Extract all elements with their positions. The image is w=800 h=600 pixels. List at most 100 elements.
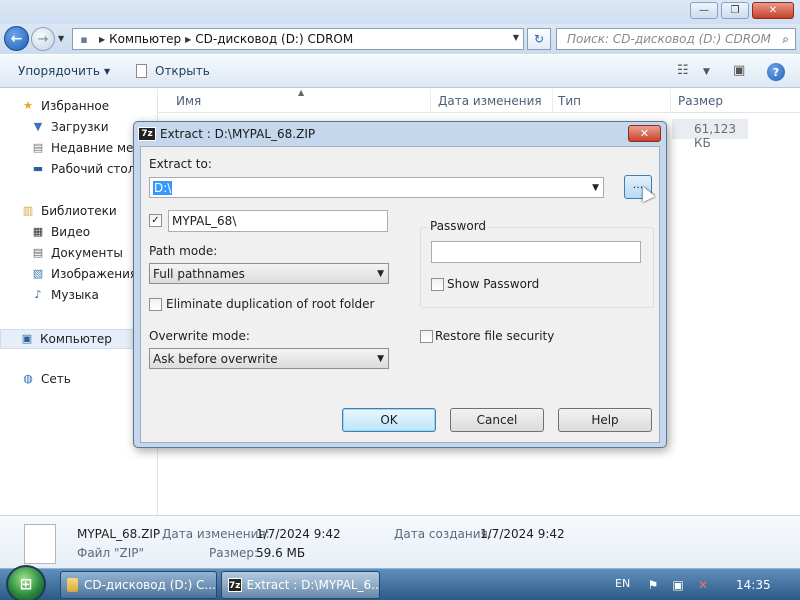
maximize-button[interactable]: ❐ (721, 2, 749, 19)
nav-network-label: Сеть (41, 372, 71, 386)
preview-pane-icon[interactable]: ▣ (733, 63, 745, 78)
search-input[interactable]: Поиск: CD-дисковод (D:) CDROM ⌕ (556, 28, 796, 50)
network-icon: ◍ (23, 372, 33, 385)
documents-icon: ▤ (32, 246, 44, 259)
eliminate-duplication-label[interactable]: Eliminate duplication of root folder (166, 297, 374, 311)
video-icon: ▦ (32, 225, 44, 238)
taskbar-7zip-label: Extract : D:\MYPAL_6... (246, 578, 380, 592)
arrow-left-icon: ← (10, 30, 23, 47)
cancel-button[interactable]: Cancel (450, 408, 544, 432)
nav-libraries-label: Библиотеки (41, 204, 117, 218)
show-password-checkbox[interactable] (431, 278, 444, 291)
password-group-label: Password (428, 219, 489, 233)
help-icon[interactable]: ? (767, 63, 785, 81)
restore-security-checkbox[interactable] (420, 330, 433, 343)
view-dropdown-icon[interactable]: ▼ (703, 67, 710, 77)
windows-logo-icon: ⊞ (19, 575, 33, 593)
file-size-cell[interactable]: 61,123 КБ (672, 119, 748, 150)
column-divider[interactable] (552, 89, 553, 113)
password-group (420, 227, 654, 308)
subfolder-input[interactable]: MYPAL_68\ (168, 210, 388, 232)
taskbar-7zip-button[interactable]: 7z Extract : D:\MYPAL_6... (221, 571, 380, 599)
address-bar[interactable]: ▪ ▶ Компьютер ▶ CD-дисковод (D:) CDROM ▼ (72, 28, 524, 50)
breadcrumb-cdrom[interactable]: CD-дисковод (D:) CDROM (195, 32, 353, 46)
breadcrumb-computer[interactable]: Компьютер (109, 32, 181, 46)
address-row: ← → ▼ ▪ ▶ Компьютер ▶ CD-дисковод (D:) C… (0, 24, 800, 54)
details-modified-value: 1/7/2024 9:42 (256, 527, 341, 541)
taskbar-explorer-button[interactable]: CD-дисковод (D:) C... (60, 571, 217, 599)
subfolder-checkbox[interactable]: ✓ (149, 214, 162, 227)
minimize-button[interactable]: — (690, 2, 718, 19)
column-size[interactable]: Размер (678, 94, 723, 108)
dialog-title: Extract : D:\MYPAL_68.ZIP (160, 127, 316, 141)
restore-security-label[interactable]: Restore file security (435, 329, 554, 343)
path-mode-select[interactable]: Full pathnames ▼ (149, 263, 389, 284)
music-icon: ♪ (34, 288, 42, 301)
overwrite-mode-select[interactable]: Ask before overwrite ▼ (149, 348, 389, 369)
explorer-title-bar: — ❐ ✕ (0, 0, 800, 24)
dialog-close-button[interactable]: ✕ (628, 125, 661, 142)
extract-to-combo[interactable]: D:\ ▼ (149, 177, 604, 198)
history-dropdown-icon[interactable]: ▼ (58, 34, 64, 43)
taskbar: ⊞ CD-дисковод (D:) C... 7z Extract : D:\… (0, 565, 800, 600)
close-icon: ✕ (639, 127, 650, 140)
chevron-down-icon[interactable]: ▼ (592, 183, 599, 193)
nav-music-label: Музыка (51, 288, 99, 302)
nav-computer-label: Компьютер (40, 332, 112, 346)
window-controls: — ❐ ✕ (690, 2, 794, 19)
desktop-icon: ▬ (32, 162, 44, 175)
eliminate-duplication-checkbox[interactable] (149, 298, 162, 311)
show-password-label[interactable]: Show Password (447, 277, 539, 291)
organize-button[interactable]: Упорядочить ▼ (18, 64, 110, 78)
nav-images-label: Изображения (51, 267, 138, 281)
details-created-value: 1/7/2024 9:42 (480, 527, 565, 541)
arrow-right-icon: → (37, 31, 49, 47)
view-options-icon[interactable]: ☷ (677, 63, 689, 78)
images-icon: ▧ (32, 267, 44, 280)
chevron-down-icon: ▼ (377, 354, 384, 364)
nav-video-label: Видео (51, 225, 91, 239)
chevron-down-icon: ▼ (377, 269, 384, 279)
libraries-icon: ▥ (22, 204, 34, 217)
search-placeholder: Поиск: CD-дисковод (D:) CDROM (567, 32, 771, 46)
folder-icon (67, 578, 78, 592)
ok-button[interactable]: OK (342, 408, 436, 432)
password-input[interactable] (431, 241, 641, 263)
download-folder-icon: ▼ (33, 120, 43, 133)
volume-muted-icon[interactable]: ✕ (695, 577, 711, 593)
dialog-title-bar[interactable]: 7z Extract : D:\MYPAL_68.ZIP ✕ (134, 122, 666, 146)
nav-documents-label: Документы (51, 246, 123, 260)
address-dropdown-icon[interactable]: ▼ (513, 33, 519, 42)
language-indicator[interactable]: EN (615, 577, 630, 590)
forward-button[interactable]: → (31, 27, 55, 51)
network-tray-icon[interactable]: ▣ (670, 577, 686, 593)
column-name[interactable]: Имя (176, 94, 201, 108)
details-modified-label: Дата изменения: (162, 527, 270, 541)
sort-ascending-icon: ▲ (298, 88, 305, 97)
extract-dialog: 7z Extract : D:\MYPAL_68.ZIP ✕ Extract t… (133, 121, 667, 448)
close-button[interactable]: ✕ (752, 2, 794, 19)
subfolder-value: MYPAL_68\ (172, 214, 237, 228)
column-headers: ▲ Имя Дата изменения Тип Размер (158, 88, 800, 113)
chevron-right-icon[interactable]: ▶ (99, 35, 105, 44)
organize-label: Упорядочить (18, 64, 100, 78)
overwrite-mode-value: Ask before overwrite (153, 351, 278, 366)
column-divider[interactable] (670, 89, 671, 113)
open-button[interactable]: Открыть (136, 64, 210, 78)
refresh-button[interactable]: ↻ (527, 28, 551, 50)
nav-favorites[interactable]: ★ Избранное (20, 99, 178, 113)
clock[interactable]: 14:35 (736, 578, 771, 592)
back-button[interactable]: ← (4, 26, 29, 51)
column-type[interactable]: Тип (558, 94, 581, 108)
chevron-right-icon[interactable]: ▶ (185, 35, 191, 44)
details-size-label: Размер: (209, 546, 259, 560)
search-icon[interactable]: ⌕ (782, 32, 789, 47)
start-button[interactable]: ⊞ (6, 565, 46, 600)
taskbar-explorer-label: CD-дисковод (D:) C... (83, 578, 216, 592)
computer-icon: ▪ (80, 32, 88, 46)
column-divider[interactable] (430, 89, 431, 113)
help-button[interactable]: Help (558, 408, 652, 432)
extract-to-label: Extract to: (149, 157, 212, 171)
column-date[interactable]: Дата изменения (438, 94, 542, 108)
action-center-icon[interactable]: ⚑ (645, 577, 661, 593)
